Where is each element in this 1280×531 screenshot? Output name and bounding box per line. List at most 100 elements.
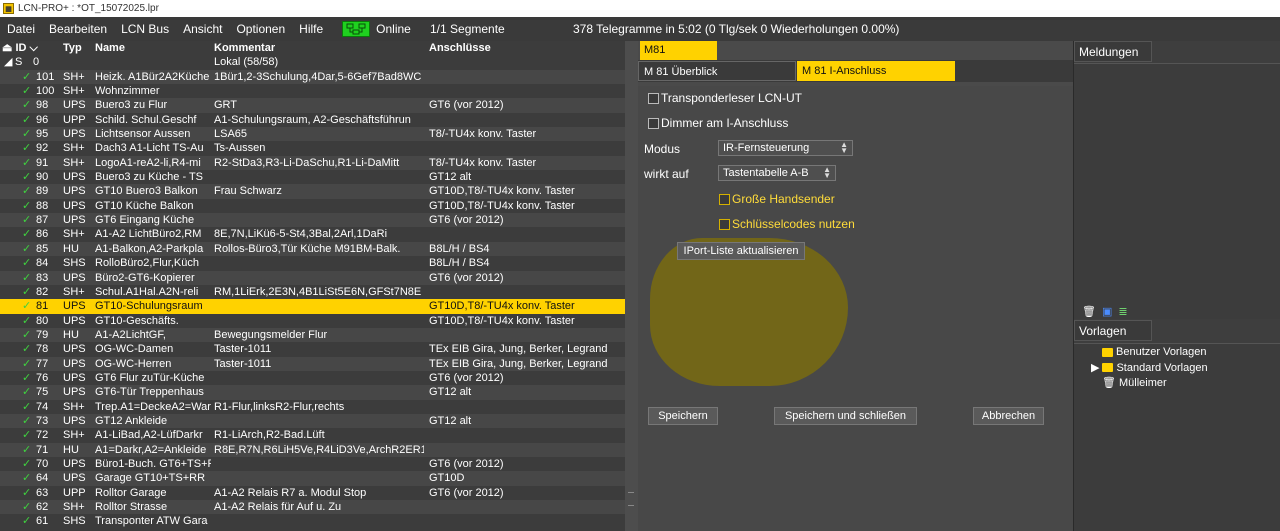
- table-row[interactable]: ✓ 95 UPS Lichtsensor Aussen LSA65 T8/-TU4x ko…: [0, 127, 625, 142]
- dimmer-checkbox[interactable]: Dimmer am I-Anschluss: [648, 116, 788, 130]
- trash-icon[interactable]: 🗑: [1082, 305, 1096, 318]
- row-typ: SHS: [63, 257, 86, 270]
- table-row[interactable]: ✓ 70 UPS Büro1-Buch. GT6+TS+F GT6 (vor 2012): [0, 456, 625, 472]
- segment-label: Lokal (58/58): [214, 56, 279, 69]
- row-name: GT10 Buero3 Balkon: [95, 185, 198, 198]
- table-row[interactable]: ✓ 96 UPP Schild. Schul.Geschf A1-Schulungsra…: [0, 112, 625, 128]
- table-row[interactable]: ✓ 101 SH+ Heizk. A1Bür2A2Küche 1Bür1,2-3Schu…: [0, 69, 625, 85]
- row-anschluesse: B8L/H / BS4: [429, 242, 490, 255]
- checkbox-box[interactable]: [648, 117, 659, 129]
- table-row[interactable]: ✓ 87 UPS GT6 Eingang Küche GT6 (vor 2012): [0, 213, 625, 228]
- grosse-handsender-checkbox[interactable]: Große Handsender: [719, 192, 835, 206]
- row-anschluesse: GT10D,T8/-TU4x konv. Taster: [429, 314, 575, 327]
- table-row[interactable]: ✓ 86 SH+ A1-A2 LichtBüro2,RM 8E,7N,LiKü6-5-S…: [0, 227, 625, 242]
- transponder-checkbox[interactable]: Transponderleser LCN-UT: [648, 91, 802, 105]
- expand-triangle-icon[interactable]: ▶: [1091, 361, 1099, 374]
- menu-datei[interactable]: Datei: [0, 22, 42, 36]
- i-anschluss-panel: Transponderleser LCN-UT Dimmer am I-Ansc…: [638, 86, 1073, 531]
- checkbox-box[interactable]: [648, 92, 659, 104]
- tab-ueberblick[interactable]: M 81 Überblick: [638, 61, 796, 81]
- table-row[interactable]: ✓ 88 UPS GT10 Küche Balkon GT10D,T8/-TU4x ko…: [0, 198, 625, 214]
- schluesselcodes-checkbox[interactable]: Schlüsselcodes nutzen: [719, 217, 855, 231]
- row-id: 78: [36, 343, 49, 356]
- typ-column-header[interactable]: Typ: [63, 41, 82, 55]
- table-row[interactable]: ✓ 80 UPS GT10-Geschäfts. GT10D,T8/-TU4x konv…: [0, 313, 625, 328]
- template-standard[interactable]: ▶ Standard Vorlagen: [1091, 361, 1208, 375]
- tab-module[interactable]: M81: [640, 41, 717, 60]
- table-row[interactable]: ✓ 98 UPS Buero3 zu Flur GRT GT6 (vor 2012): [0, 98, 625, 113]
- splitter-grip-icon[interactable]: [628, 492, 634, 506]
- module-tree[interactable]: ⏏ ID ⌵ Typ Name Kommentar Anschlüsse ◢ S…: [0, 41, 625, 531]
- table-row[interactable]: ✓ 62 SH+ Rolltor Strasse A1-A2 Relais für Au…: [0, 500, 625, 515]
- menu-ansicht[interactable]: Ansicht: [176, 22, 229, 36]
- checkbox-box[interactable]: [719, 218, 730, 230]
- row-id: 95: [36, 128, 49, 141]
- collapse-triangle-icon[interactable]: ◢: [4, 55, 12, 69]
- ok-check-icon: ✓: [22, 300, 32, 313]
- table-row[interactable]: ✓ 90 UPS Buero3 zu Küche - TS GT12 alt: [0, 170, 625, 185]
- name-column-header[interactable]: Name: [95, 41, 125, 55]
- segment-row[interactable]: ◢ S 0 Lokal (58/58): [0, 55, 625, 70]
- table-row[interactable]: ✓ 81 UPS GT10-Schulungsraum GT10D,T8/-TU4x k…: [0, 299, 625, 314]
- save-and-close-button[interactable]: Speichern und schließen: [774, 407, 917, 425]
- row-anschluesse: B8L/H / BS4: [429, 257, 490, 270]
- row-name: GT10-Geschäfts.: [95, 314, 179, 327]
- tab-i-anschluss[interactable]: M 81 I-Anschluss: [797, 61, 955, 81]
- spinner-arrows-icon[interactable]: ▲ ▼: [840, 141, 848, 155]
- table-row[interactable]: ✓ 77 UPS OG-WC-Herren Taster-1011 TEx EIB Gir…: [0, 356, 625, 371]
- table-row[interactable]: ✓ 76 UPS GT6 Flur zuTür-Küche GT6 (vor 2012): [0, 370, 625, 386]
- row-id: 63: [36, 486, 49, 499]
- kommentar-column-header[interactable]: Kommentar: [214, 41, 275, 55]
- window-title: LCN-PRO+ : *OT_15072025.lpr: [18, 3, 159, 14]
- vertical-splitter[interactable]: [625, 41, 638, 531]
- menu-optionen[interactable]: Optionen: [229, 22, 292, 36]
- table-row[interactable]: ✓ 78 UPS OG-WC-Damen Taster-1011 TEx EIB Gira…: [0, 342, 625, 357]
- menu-bearbeiten[interactable]: Bearbeiten: [42, 22, 114, 36]
- table-row[interactable]: ✓ 61 SHS Transponter ATW Gara: [0, 514, 625, 529]
- modus-select[interactable]: IR-Fernsteuerung ▲ ▼: [718, 140, 853, 156]
- table-row[interactable]: ✓ 83 UPS Büro2-GT6-Kopierer GT6 (vor 2012): [0, 270, 625, 285]
- table-row[interactable]: ✓ 71 HU A1=Darkr,A2=Ankleide R8E,R7N,R6LiH5V…: [0, 442, 625, 457]
- wirkt-auf-select[interactable]: Tastentabelle A-B ▲ ▼: [718, 165, 836, 181]
- ok-check-icon: ✓: [22, 472, 32, 485]
- id-column-header[interactable]: ⏏ ID ⌵: [2, 41, 38, 55]
- menu-lcn-bus[interactable]: LCN Bus: [114, 22, 176, 36]
- row-anschluesse: GT10D: [429, 472, 465, 485]
- list-icon[interactable]: ≣: [1118, 305, 1127, 318]
- cancel-button[interactable]: Abbrechen: [973, 407, 1044, 425]
- iport-list-update-button[interactable]: IPort-Liste aktualisieren: [677, 242, 805, 260]
- table-row[interactable]: ✓ 92 SH+ Dach3 A1-Licht TS-Au Ts-Aussen: [0, 141, 625, 156]
- save-icon[interactable]: ▣: [1102, 305, 1112, 318]
- row-id: 92: [36, 142, 49, 155]
- spinner-arrows-icon[interactable]: ▲ ▼: [823, 166, 831, 180]
- row-typ: SH+: [63, 501, 85, 513]
- row-kommentar: R1-Flur,linksR2-Flur,rechts: [214, 400, 345, 413]
- row-anschluesse: GT6 (vor 2012): [429, 486, 504, 499]
- tab-vorlagen[interactable]: Vorlagen: [1074, 320, 1152, 341]
- table-row[interactable]: ✓ 85 HU A1-Balkon,A2-Parkpla Rollos-Büro3,Tü…: [0, 241, 625, 257]
- table-row[interactable]: ✓ 73 UPS GT12 Ankleide GT12 alt: [0, 413, 625, 429]
- template-trash[interactable]: 🗑 Mülleimer: [1102, 376, 1167, 390]
- tab-meldungen[interactable]: Meldungen: [1074, 41, 1152, 62]
- table-row[interactable]: ✓ 89 UPS GT10 Buero3 Balkon Frau Schwarz GT10…: [0, 184, 625, 199]
- table-row[interactable]: ✓ 63 UPP Rolltor Garage A1-A2 Relais R7 a. M…: [0, 485, 625, 500]
- table-row[interactable]: ✓ 91 SH+ LogoA1-reA2-li,R4-mi R2-StDa3,R3-Li…: [0, 155, 625, 171]
- table-row[interactable]: ✓ 100 SH+ Wohnzimmer: [0, 84, 625, 99]
- table-row[interactable]: ✓ 79 HU A1-A2LichtGF, Bewegungsmelder Flur: [0, 327, 625, 343]
- checkbox-box[interactable]: [719, 193, 730, 205]
- row-name: Garage GT10+TS+RR: [95, 472, 206, 485]
- table-row[interactable]: ✓ 75 UPS GT6-Tür Treppenhaus GT12 alt: [0, 385, 625, 400]
- ok-check-icon: ✓: [22, 99, 32, 112]
- table-row[interactable]: ✓ 64 UPS Garage GT10+TS+RR GT10D: [0, 471, 625, 486]
- row-kommentar: LSA65: [214, 128, 248, 141]
- anschluesse-column-header[interactable]: Anschlüsse: [429, 41, 491, 55]
- network-online-icon[interactable]: [342, 21, 371, 37]
- table-row[interactable]: ✓ 72 SH+ A1-LiBad,A2-LüfDarkr R1-LiArch,R2-B…: [0, 428, 625, 443]
- template-user[interactable]: Benutzer Vorlagen: [1102, 346, 1207, 358]
- save-button[interactable]: Speichern: [648, 407, 718, 425]
- row-kommentar: R8E,R7N,R6LiH5Ve,R4LiD3Ve,ArchR2ER1: [214, 443, 424, 456]
- table-row[interactable]: ✓ 74 SH+ Trep.A1=DeckeA2=War R1-Flur,linksR2…: [0, 399, 625, 414]
- table-row[interactable]: ✓ 82 SH+ Schul.A1Hal.A2N-reli RM,1LiErk,2E3N…: [0, 284, 625, 300]
- menu-hilfe[interactable]: Hilfe: [292, 22, 330, 36]
- table-row[interactable]: ✓ 84 SHS RolloBüro2,Flur,Küch B8L/H / BS4: [0, 256, 625, 271]
